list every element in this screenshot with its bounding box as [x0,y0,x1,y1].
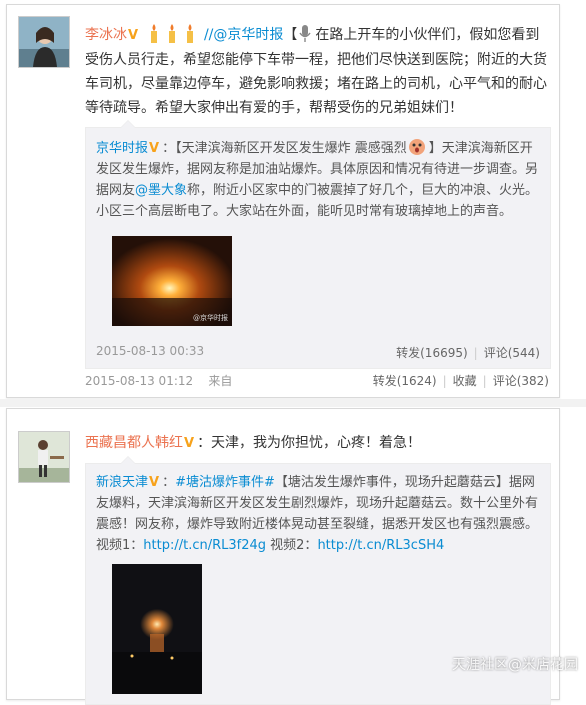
original-author[interactable]: 京华时报 [96,141,148,156]
microphone-icon [299,25,312,42]
image-caption: @京华时报 [193,314,228,322]
author-name[interactable]: 西藏昌都人韩红 [85,435,183,451]
topic-link[interactable]: #塘沽爆炸事件# [175,475,275,490]
original-actions: 转发(16695) | 评论(544) [396,346,540,360]
verified-icon: V [149,475,160,490]
author-name[interactable]: 李冰冰 [85,27,127,43]
weibo-post-1: 李冰冰V //@京华时报【 在路上开车的小伙伴们，假如您看到受伤人员行走，希望您能… [6,4,560,398]
original-text-2: 视频2： [266,538,318,553]
post-body: 李冰冰V //@京华时报【 在路上开车的小伙伴们，假如您看到受伤人员行走，希望您能… [85,23,549,120]
candle-icon [168,24,175,43]
verified-icon: V [128,28,139,43]
video-link-2[interactable]: http://t.cn/RL3cSH4 [317,538,444,553]
candle-emoticons-icon [141,24,204,43]
post-body: 西藏昌都人韩红V ：天津，我为你担忧，心疼！着急！ [85,431,549,456]
verified-icon: V [149,141,160,156]
repost-arrow [120,456,136,464]
candle-icon [186,24,193,43]
original-comment-button[interactable]: 评论(544) [484,346,540,360]
post-content: ：天津，我为你担忧，心疼！着急！ [197,435,422,451]
avatar[interactable] [18,431,70,483]
mention-link[interactable]: //@京华时报 [204,27,283,43]
avatar[interactable] [18,16,70,68]
original-date[interactable]: 2015-08-13 00:33 [96,344,204,358]
original-post-text: 新浪天津V ：#塘沽爆炸事件#【塘沽发生爆炸事件，现场升起蘑菇云】据网友爆料，天津… [96,472,540,556]
feed-divider [0,399,586,407]
repost-button[interactable]: 转发(1624) [373,374,437,388]
repost-arrow [120,120,136,128]
post-source: 来自 [208,374,233,388]
post-text: 西藏昌都人韩红V ：天津，我为你担忧，心疼！着急！ [85,431,549,456]
collect-button[interactable]: 收藏 [453,374,477,388]
post-actions: 转发(1624) | 收藏 | 评论(382) [372,374,549,388]
candle-icon [150,24,157,43]
repost-box: 京华时报V ：【天津滨海新区开发区发生爆炸 震感强烈 】天津滨海新区开发区发生爆炸，… [85,120,551,369]
post-date[interactable]: 2015-08-13 01:12 [85,374,193,388]
mushroom-cloud-photo[interactable] [112,564,202,694]
explosion-photo[interactable]: @京华时报 [112,236,232,326]
mention-link[interactable]: @墨大象 [135,183,187,198]
bracket: 【 [283,27,298,43]
video-link-1[interactable]: http://t.cn/RL3f24g [143,538,266,553]
original-repost-button[interactable]: 转发(16695) [396,346,468,360]
post-meta: 2015-08-13 01:12 来自 [85,372,232,389]
original-author[interactable]: 新浪天津 [96,475,148,490]
verified-icon: V [184,436,195,451]
post-text: 李冰冰V //@京华时报【 在路上开车的小伙伴们，假如您看到受伤人员行走，希望您能… [85,23,549,120]
original-title: 【天津滨海新区开发区发生爆炸 震感强烈 [175,141,407,156]
comment-button[interactable]: 评论(382) [493,374,549,388]
original-post-text: 京华时报V ：【天津滨海新区开发区发生爆炸 震感强烈 】天津滨海新区开发区发生爆炸，… [96,136,540,222]
shocked-face-emoticon-icon [408,139,425,155]
watermark: 天涯社区@米店花园 [452,657,578,673]
